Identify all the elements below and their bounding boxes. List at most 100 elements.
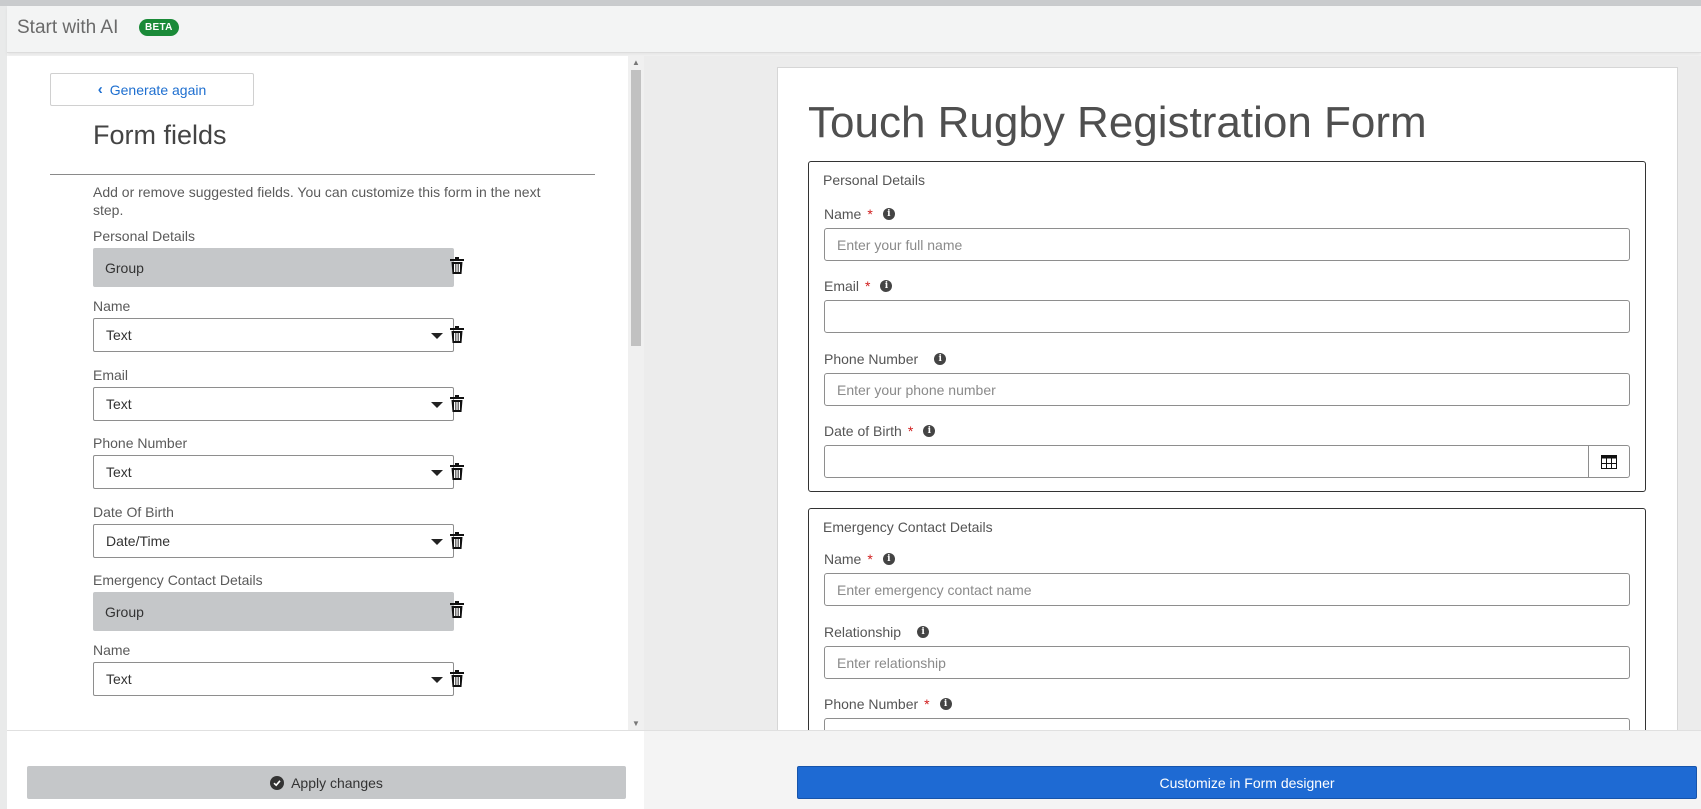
info-icon[interactable]: i [882,553,895,565]
field-label: Name [93,642,131,658]
apply-changes-label: Apply changes [291,774,383,791]
email-label: Email * i [824,278,893,294]
form-fields-description: Add or remove suggested fields. You can … [93,184,541,218]
name-input[interactable]: Enter your full name [824,228,1630,261]
field-label: Personal Details [93,228,195,244]
trash-icon[interactable] [450,670,464,687]
form-fields-panel: ‹ Generate again Form fields Add or remo… [7,56,644,730]
generate-again-label: Generate again [109,81,207,98]
apply-changes-button[interactable]: Apply changes [27,766,626,799]
generate-again-button[interactable]: ‹ Generate again [50,73,254,106]
divider [50,174,595,175]
caret-down-icon [431,402,443,408]
field-item: Name Text [93,642,454,696]
field-item: Name Text [93,298,454,352]
trash-icon[interactable] [450,257,464,274]
info-icon[interactable]: i [917,626,930,638]
required-marker: * [924,696,930,712]
scroll-up-arrow-icon[interactable]: ▲ [632,58,640,67]
email-input[interactable] [824,300,1630,333]
field-label: Name [93,298,131,314]
field-item: Date Of Birth Date/Time [93,504,454,558]
emergency-name-label: Name * i [824,551,895,567]
required-marker: * [907,423,914,439]
field-type-select[interactable]: Date/Time [93,524,454,558]
form-preview-card: Touch Rugby Registration Form Personal D… [777,67,1678,730]
field-type-value: Text [106,671,132,687]
trash-icon[interactable] [450,532,464,549]
scrollbar-thumb[interactable] [631,70,641,346]
form-fields-title: Form fields [93,120,227,150]
form-preview-panel: Touch Rugby Registration Form Personal D… [644,56,1701,730]
field-type-select[interactable]: Text [93,662,454,696]
start-with-ai-dialog: Start with AI BETA ‹ Generate again Form… [7,6,1701,809]
caret-down-icon [431,333,443,339]
chevron-left-icon: ‹ [97,81,103,98]
info-icon[interactable]: i [880,280,893,292]
field-item: Personal Details Group [93,228,454,287]
customize-in-form-designer-button[interactable]: Customize in Form designer [797,766,1697,799]
field-type-value: Text [106,396,132,412]
date-of-birth-label: Date of Birth * i [824,423,936,439]
field-label: Phone Number [93,435,188,451]
section-legend: Emergency Contact Details [823,519,993,535]
field-label-text: Phone Number [824,351,919,367]
required-marker: * [867,551,873,567]
field-type-select[interactable]: Text [93,318,454,352]
trash-icon[interactable] [450,326,464,343]
right-footer: Customize in Form designer [644,730,1701,809]
relationship-input[interactable]: Enter relationship [824,646,1630,679]
trash-icon[interactable] [450,601,464,618]
left-footer: Apply changes [7,730,644,809]
field-label-text: Date of Birth [824,423,902,439]
required-marker: * [865,278,871,294]
field-label: Email [93,367,129,383]
field-type-select[interactable]: Text [93,455,454,489]
field-label-text: Phone Number [824,696,919,712]
section-legend: Personal Details [823,172,925,188]
scroll-down-arrow-icon[interactable]: ▼ [632,719,640,728]
phone-number-input[interactable]: Enter your phone number [824,373,1630,406]
caret-down-icon [431,677,443,683]
relationship-label: Relationship i [824,624,930,640]
vertical-scrollbar[interactable]: ▲ ▼ [628,56,644,730]
trash-icon[interactable] [450,463,464,480]
field-type-value: Text [106,464,132,480]
field-label-text: Email [824,278,860,294]
emergency-name-input[interactable]: Enter emergency contact name [824,573,1630,606]
field-label: Date Of Birth [93,504,174,520]
check-circle-icon [270,775,285,790]
form-title: Touch Rugby Registration Form [808,98,1427,147]
field-type-group: Group [93,592,454,631]
caret-down-icon [431,470,443,476]
personal-details-section: Personal Details Name * i Enter your ful… [808,161,1646,492]
date-of-birth-input[interactable] [824,445,1630,478]
field-item: Phone Number Text [93,435,454,489]
field-label: Emergency Contact Details [93,572,263,588]
phone-number-label: Phone Number i [824,351,947,367]
beta-badge: BETA [139,19,179,36]
calendar-icon[interactable] [1588,446,1629,477]
caret-down-icon [431,539,443,545]
field-item: Emergency Contact Details Group [93,572,454,631]
emergency-contact-section: Emergency Contact Details Name * i Enter… [808,508,1646,730]
dialog-header: Start with AI BETA [7,6,1701,53]
dialog-title: Start with AI [17,17,119,38]
emergency-phone-input[interactable] [824,718,1630,730]
field-label-text: Name [824,551,862,567]
field-label-text: Name [824,206,862,222]
info-icon[interactable]: i [923,425,936,437]
trash-icon[interactable] [450,395,464,412]
field-type-value: Text [106,327,132,343]
info-icon[interactable]: i [939,698,952,710]
name-label: Name * i [824,206,895,222]
field-type-group: Group [93,248,454,287]
required-marker: * [867,206,873,222]
emergency-phone-label: Phone Number * i [824,696,952,712]
info-icon[interactable]: i [882,208,895,220]
field-item: Email Text [93,367,454,421]
field-type-select[interactable]: Text [93,387,454,421]
field-type-value: Date/Time [106,533,171,549]
field-label-text: Relationship [824,624,902,640]
info-icon[interactable]: i [934,353,947,365]
